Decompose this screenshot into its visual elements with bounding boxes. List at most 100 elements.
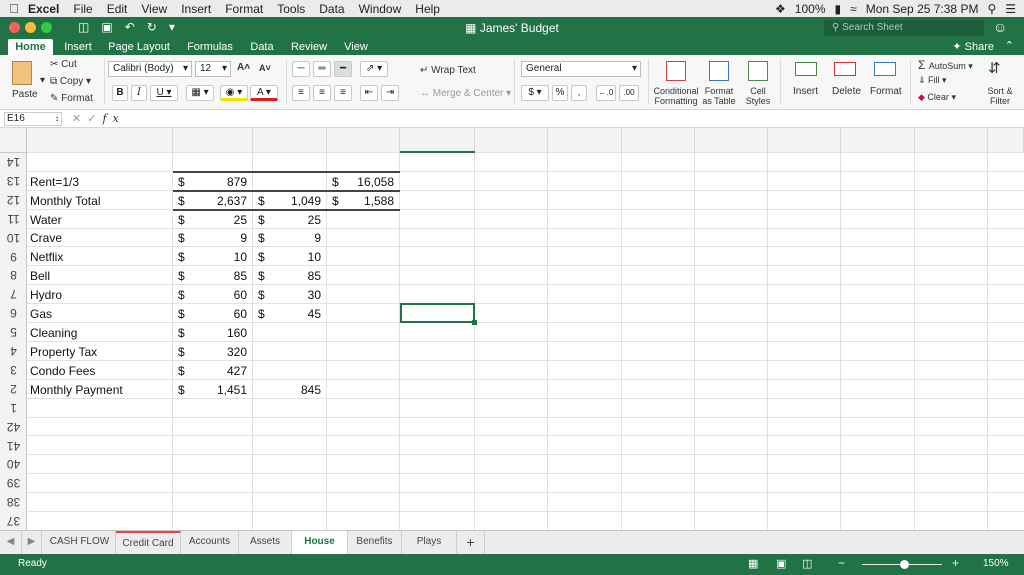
- normal-view-icon[interactable]: ▦: [748, 557, 758, 570]
- wrap-text-button[interactable]: ↵ Wrap Text: [420, 65, 476, 76]
- row-header[interactable]: 38: [0, 493, 27, 511]
- tab-home[interactable]: Home: [8, 39, 53, 55]
- active-cell-selection[interactable]: [400, 303, 477, 325]
- column-header[interactable]: [622, 128, 695, 153]
- battery-icon[interactable]: ▮: [835, 2, 842, 16]
- cell-b[interactable]: 1,451: [200, 381, 253, 399]
- copy-button[interactable]: ⧉ Copy ▾: [50, 76, 91, 87]
- format-as-table-button[interactable]: Format as Table: [700, 59, 738, 107]
- currency-format-button[interactable]: $ ▾: [521, 85, 549, 101]
- row-header[interactable]: 37: [0, 512, 27, 530]
- cell-label[interactable]: Cleaning: [27, 324, 173, 342]
- number-format-dropdown[interactable]: General ▾: [521, 61, 641, 77]
- format-painter-button[interactable]: ✎ Format: [50, 93, 93, 104]
- row-header[interactable]: 42: [0, 418, 27, 436]
- italic-button[interactable]: I: [131, 85, 147, 101]
- cell-d[interactable]: [280, 362, 327, 380]
- menu-tools[interactable]: Tools: [277, 2, 305, 16]
- add-sheet-icon[interactable]: +: [457, 531, 485, 554]
- decrease-indent-icon[interactable]: ⇤: [360, 85, 378, 101]
- format-cells-button[interactable]: Format: [866, 59, 904, 107]
- cell-b[interactable]: 879: [200, 173, 253, 191]
- share-button[interactable]: ✦ Share: [952, 40, 994, 53]
- row-header[interactable]: 1: [0, 399, 27, 417]
- cell-f[interactable]: [350, 305, 400, 323]
- cell-b[interactable]: 60: [200, 305, 253, 323]
- cell-label[interactable]: Bell: [27, 267, 173, 285]
- row-header[interactable]: 10: [0, 229, 27, 247]
- row-header[interactable]: 7: [0, 285, 27, 303]
- cell-d[interactable]: 1,049: [280, 192, 327, 210]
- delete-cells-button[interactable]: Delete: [826, 59, 864, 107]
- row-header[interactable]: 13: [0, 172, 27, 190]
- cell-label[interactable]: Monthly Payment: [27, 381, 173, 399]
- sheet-tab-plays[interactable]: Plays: [402, 531, 457, 554]
- column-header[interactable]: [988, 128, 1024, 153]
- column-header[interactable]: [695, 128, 768, 153]
- cell-d[interactable]: [280, 343, 327, 361]
- row-header[interactable]: 9: [0, 248, 27, 266]
- name-box[interactable]: E16 ↕: [4, 112, 62, 126]
- name-box-stepper-icon[interactable]: ↕: [55, 113, 59, 125]
- autosum-button[interactable]: Σ AutoSum ▾: [918, 58, 973, 72]
- cancel-entry-icon[interactable]: ✕: [72, 113, 87, 125]
- column-header[interactable]: [27, 128, 173, 153]
- sheet-tab-house[interactable]: House: [292, 531, 348, 554]
- zoom-in-icon[interactable]: +: [952, 556, 959, 570]
- cell-d[interactable]: [280, 173, 327, 191]
- menu-file[interactable]: File: [73, 2, 92, 16]
- select-all-corner[interactable]: [0, 128, 27, 153]
- cell-d[interactable]: 25: [280, 211, 327, 229]
- align-bottom-icon[interactable]: ━: [334, 61, 352, 77]
- cell-d[interactable]: 45: [280, 305, 327, 323]
- font-name-dropdown[interactable]: Calibri (Body) ▾: [108, 61, 192, 77]
- cell-d[interactable]: 9: [280, 230, 327, 248]
- column-header[interactable]: [841, 128, 915, 153]
- orientation-icon[interactable]: ⇗ ▾: [360, 61, 388, 77]
- zoom-level[interactable]: 150%: [983, 558, 1009, 569]
- cell-f[interactable]: [350, 343, 400, 361]
- menu-app-name[interactable]: Excel: [28, 2, 59, 16]
- bold-button[interactable]: B: [112, 85, 128, 101]
- cell-b[interactable]: 320: [200, 343, 253, 361]
- cell-label[interactable]: [27, 154, 173, 172]
- cell-styles-button[interactable]: Cell Styles: [740, 59, 776, 107]
- paste-dropdown-icon[interactable]: ▾: [40, 75, 45, 86]
- cell-d[interactable]: 30: [280, 286, 327, 304]
- menu-help[interactable]: Help: [415, 2, 440, 16]
- clock[interactable]: Mon Sep 25 7:38 PM: [866, 2, 979, 16]
- insert-cells-button[interactable]: Insert: [786, 59, 824, 107]
- row-header[interactable]: 4: [0, 342, 27, 360]
- cell-b[interactable]: 60: [200, 286, 253, 304]
- cell-d[interactable]: 10: [280, 248, 327, 266]
- percent-format-button[interactable]: %: [552, 85, 568, 101]
- tab-page-layout[interactable]: Page Layout: [106, 39, 172, 55]
- paste-button[interactable]: Paste: [8, 59, 40, 105]
- cell-f[interactable]: [350, 381, 400, 399]
- tab-insert[interactable]: Insert: [60, 39, 96, 55]
- row-header[interactable]: 6: [0, 304, 27, 322]
- sheet-tab-accounts[interactable]: Accounts: [181, 531, 239, 554]
- align-right-icon[interactable]: ≡: [334, 85, 352, 101]
- function-icon[interactable]: fx: [102, 112, 124, 125]
- row-header[interactable]: 39: [0, 474, 27, 492]
- zoom-out-icon[interactable]: −: [838, 556, 845, 570]
- cell-f[interactable]: 16,058: [350, 173, 400, 191]
- column-header[interactable]: [768, 128, 841, 153]
- cell-d[interactable]: 85: [280, 267, 327, 285]
- cut-button[interactable]: ✂ Cut: [50, 59, 77, 70]
- cell-b[interactable]: 10: [200, 248, 253, 266]
- cell-label[interactable]: Rent=1/3: [27, 173, 173, 191]
- cell-f[interactable]: [350, 248, 400, 266]
- cell-f[interactable]: [350, 267, 400, 285]
- battery-percent[interactable]: 100%: [795, 2, 826, 16]
- scroll-tabs-left-icon[interactable]: ◀: [0, 531, 22, 554]
- cell-label[interactable]: Property Tax: [27, 343, 173, 361]
- underline-button[interactable]: U ▾: [150, 85, 178, 101]
- cell-f[interactable]: [350, 211, 400, 229]
- notification-center-icon[interactable]: ☰: [1005, 2, 1016, 16]
- row-header[interactable]: 5: [0, 323, 27, 341]
- collapse-ribbon-icon[interactable]: ⌃: [1005, 39, 1014, 52]
- font-size-dropdown[interactable]: 12 ▾: [195, 61, 231, 77]
- worksheet-grid[interactable]: 14 13 12 11 10 9 8 7 6 5 4 3 2 1 42 41 40 39 38 37 Rent=1/3…: [0, 128, 1024, 530]
